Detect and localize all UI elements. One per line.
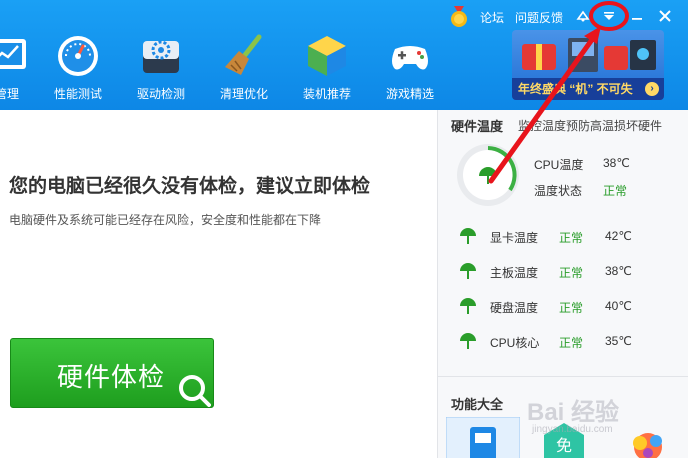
svg-text:免: 免 — [556, 436, 572, 455]
broom-icon — [225, 34, 262, 75]
skin-icon[interactable] — [576, 9, 590, 23]
temp-section-title: 硬件温度 — [451, 119, 504, 134]
nav-label: 性能测试 — [53, 87, 102, 101]
promo-banner[interactable]: 年终盛典 “机” 不可失 › — [512, 30, 664, 100]
umbrella-icon — [460, 228, 476, 244]
temp-row-name: 主板温度 — [490, 266, 539, 280]
umbrella-icon — [460, 263, 476, 279]
promo-go-icon[interactable]: › — [645, 82, 659, 96]
magnifier-icon — [179, 375, 211, 407]
cpu-temp-value: 38℃ — [603, 156, 630, 170]
cpu-temp-label: CPU温度 — [534, 158, 584, 172]
promo-gift-art-icon — [522, 38, 656, 72]
tool-device-manager[interactable] — [445, 416, 521, 458]
temp-row-status: 正常 — [559, 336, 584, 350]
panel-divider — [438, 376, 688, 377]
medal-icon[interactable] — [449, 6, 469, 28]
dropdown-menu-icon[interactable] — [599, 6, 619, 26]
hardware-check-label: 硬件体检 — [57, 362, 166, 392]
feedback-link[interactable]: 问题反馈 — [515, 9, 563, 26]
temp-row-status: 正常 — [559, 266, 584, 280]
tool-colorful-app[interactable] — [618, 417, 688, 458]
temp-row-disk: 硬盘温度 正常 40℃ — [438, 296, 688, 316]
temp-section-subtitle: 监控温度预防高温损坏硬件 — [518, 119, 663, 133]
temp-row-value: 35℃ — [605, 334, 632, 348]
cpu-temp-gauge-icon — [457, 144, 519, 206]
watermark-subtext: jingyan.baidu.com — [532, 424, 613, 435]
temp-row-value: 40℃ — [605, 299, 632, 313]
app-header: 管理 性能测试 驱动检测 清理优化 装机推荐 游戏精选 论坛 问题反馈 年终盛典… — [0, 0, 688, 110]
nav-item-driver-check[interactable]: 驱动检测 — [126, 33, 196, 105]
main-content: 您的电脑已经很久没有体检，建议立即体检 电脑硬件及系统可能已经存在风险，安全度和… — [0, 110, 437, 458]
temp-status-label: 温度状态 — [534, 184, 583, 198]
nav-label: 清理优化 — [219, 87, 268, 101]
temp-row-value: 38℃ — [605, 264, 632, 278]
hardware-check-button[interactable]: 硬件体检 — [10, 338, 214, 408]
gear-chip-icon — [143, 40, 179, 73]
temp-row-status: 正常 — [559, 301, 584, 315]
temp-row-motherboard: 主板温度 正常 38℃ — [438, 261, 688, 281]
nav-item-game-picks[interactable]: 游戏精选 — [375, 33, 445, 105]
forum-link[interactable]: 论坛 — [480, 9, 504, 26]
umbrella-icon — [460, 298, 476, 314]
umbrella-icon — [460, 333, 476, 349]
cube-icon — [308, 36, 346, 76]
nav-item-build-recommend[interactable]: 装机推荐 — [292, 33, 362, 105]
minimize-icon[interactable] — [627, 6, 647, 26]
watermark-text: Bai 经验 — [527, 399, 620, 426]
nav-label: 管理 — [0, 87, 19, 101]
nav-item-manage[interactable]: 管理 — [0, 33, 42, 105]
temp-row-name: CPU核心 — [490, 336, 540, 350]
nav-label: 游戏精选 — [385, 87, 434, 101]
temp-status-value: 正常 — [603, 184, 628, 198]
gamepad-icon — [392, 46, 428, 70]
temp-row-gpu: 显卡温度 正常 42℃ — [438, 226, 688, 246]
temp-row-cpu-core: CPU核心 正常 35℃ — [438, 331, 688, 351]
speedometer-icon — [58, 36, 98, 76]
colorful-app-icon — [633, 433, 662, 458]
close-icon[interactable] — [655, 6, 675, 26]
features-section-title: 功能大全 — [451, 397, 504, 412]
nav-item-clean-optimize[interactable]: 清理优化 — [209, 33, 279, 105]
promo-text: 年终盛典 “机” 不可失 — [518, 82, 633, 96]
device-manager-icon — [445, 416, 521, 458]
temp-row-status: 正常 — [559, 231, 584, 245]
nav-label: 驱动检测 — [136, 87, 185, 101]
page-title: 您的电脑已经很久没有体检，建议立即体检 — [9, 176, 371, 197]
chart-window-icon — [0, 39, 26, 69]
temp-row-value: 42℃ — [605, 229, 632, 243]
nav-item-performance-test[interactable]: 性能测试 — [43, 33, 113, 105]
nav-label: 装机推荐 — [302, 87, 351, 101]
temp-row-name: 硬盘温度 — [490, 301, 539, 315]
page-subtitle: 电脑硬件及系统可能已经存在风险，安全度和性能都在下降 — [9, 213, 322, 227]
temp-row-name: 显卡温度 — [490, 231, 539, 245]
